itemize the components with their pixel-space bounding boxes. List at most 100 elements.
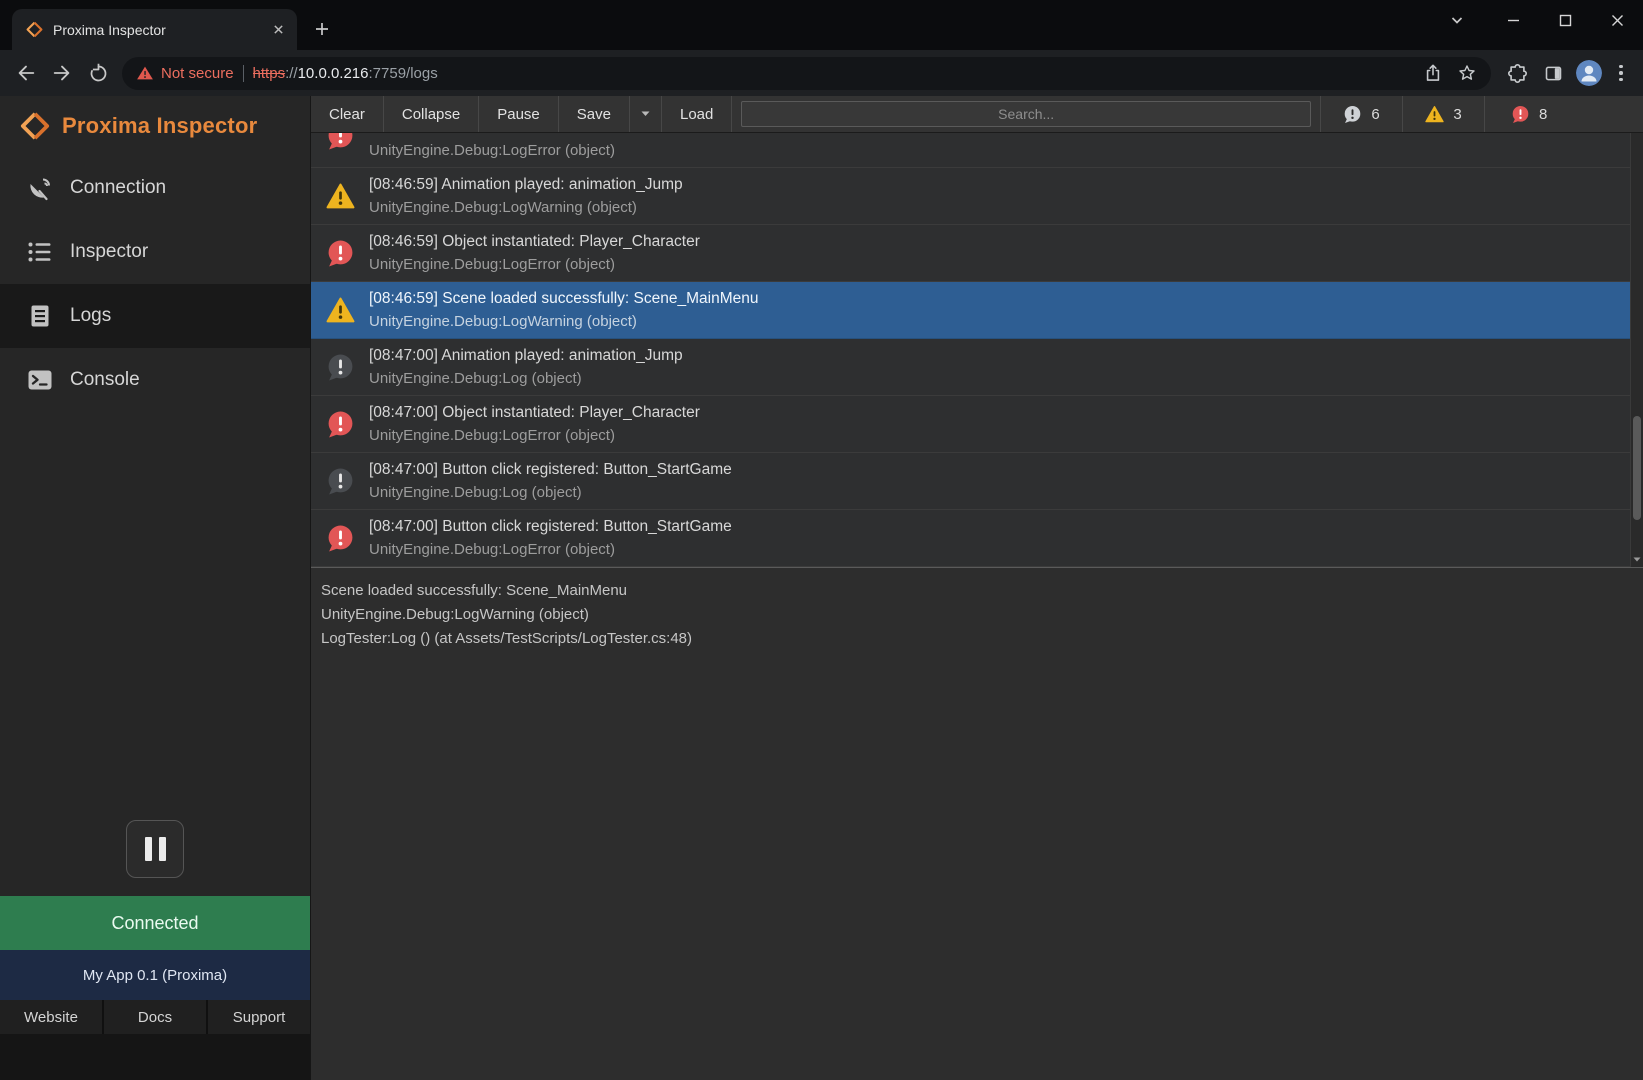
- scrollbar-thumb[interactable]: [1633, 416, 1641, 520]
- terminal-icon: [26, 367, 54, 393]
- clear-button[interactable]: Clear: [311, 96, 384, 132]
- list-icon: [26, 239, 54, 265]
- browser-window: Proxima Inspector: [0, 0, 1643, 1080]
- warning-icon: [326, 296, 355, 325]
- extensions-puzzle-icon[interactable]: [1499, 55, 1535, 91]
- forward-icon[interactable]: [44, 55, 80, 91]
- log-source: UnityEngine.Debug:LogError (object): [369, 253, 700, 276]
- pause-stream-button[interactable]: [126, 820, 184, 878]
- sidebar-item-label: Connection: [70, 177, 166, 199]
- pause-button[interactable]: Pause: [479, 96, 559, 132]
- info-count-badge[interactable]: 6: [1320, 96, 1402, 132]
- save-button[interactable]: Save: [559, 96, 630, 132]
- tab-strip: Proxima Inspector: [0, 0, 1643, 50]
- search-input[interactable]: [741, 101, 1311, 127]
- log-text: [08:47:00] Button click registered: Butt…: [369, 458, 732, 504]
- log-source: UnityEngine.Debug:LogWarning (object): [369, 196, 683, 219]
- log-text: [08:47:00] Object instantiated: Player_C…: [369, 401, 700, 447]
- warning-count: 3: [1453, 106, 1461, 123]
- warning-count-badge[interactable]: 3: [1402, 96, 1484, 132]
- scrollbar-down-arrow-icon[interactable]: [1631, 552, 1643, 566]
- sidebar-item-connection[interactable]: Connection: [0, 156, 310, 220]
- log-row[interactable]: [08:47:00] Button click registered: Butt…: [311, 510, 1630, 567]
- log-row[interactable]: [08:46:59] Animation played: animation_J…: [311, 168, 1630, 225]
- reload-icon[interactable]: [80, 55, 116, 91]
- load-button[interactable]: Load: [662, 96, 732, 132]
- sidebar-item-inspector[interactable]: Inspector: [0, 220, 310, 284]
- sidebar-item-label: Console: [70, 369, 140, 391]
- footer-link-support[interactable]: Support: [208, 1000, 310, 1034]
- footer-link-website[interactable]: Website: [0, 1000, 102, 1034]
- profile-avatar[interactable]: [1571, 55, 1607, 91]
- log-message: [08:47:00] Object instantiated: Player_C…: [369, 401, 700, 424]
- log-scrollbar[interactable]: [1630, 133, 1643, 567]
- connection-status-badge: Connected: [0, 896, 310, 950]
- log-row[interactable]: [08:47:00] Object instantiated: Player_C…: [311, 396, 1630, 453]
- log-text: [08:46:59] Object instantiated: Player_C…: [369, 230, 700, 276]
- window-minimize-button[interactable]: [1487, 0, 1539, 40]
- sidebar-item-console[interactable]: Console: [0, 348, 310, 412]
- url-text[interactable]: https://10.0.0.216:7759/logs: [253, 65, 1414, 82]
- proxima-diamond-icon: [20, 111, 50, 141]
- error-count: 8: [1539, 106, 1547, 123]
- log-message: [08:47:00] Animation played: animation_J…: [369, 344, 683, 367]
- log-row[interactable]: [08:47:00] Animation played: animation_J…: [311, 339, 1630, 396]
- back-icon[interactable]: [8, 55, 44, 91]
- sidebar-item-label: Inspector: [70, 241, 148, 263]
- log-message: [08:47:00] Button click registered: Butt…: [369, 515, 732, 538]
- log-row[interactable]: [08:47:00] Button click registered: Butt…: [311, 453, 1630, 510]
- tab-close-icon[interactable]: [269, 21, 287, 39]
- omnibox-divider: [243, 65, 244, 82]
- tab-search-chevron-icon[interactable]: [1435, 0, 1479, 40]
- log-source: UnityEngine.Debug:Log (object): [369, 481, 732, 504]
- log-row[interactable]: UnityEngine.Debug:LogError (object): [311, 133, 1630, 168]
- browser-menu-icon[interactable]: [1607, 55, 1635, 91]
- browser-tab[interactable]: Proxima Inspector: [12, 9, 297, 50]
- side-panel-icon[interactable]: [1535, 55, 1571, 91]
- window-close-button[interactable]: [1591, 0, 1643, 40]
- log-message: [08:46:59] Animation played: animation_J…: [369, 173, 683, 196]
- address-bar[interactable]: Not secure https://10.0.0.216:7759/logs: [122, 57, 1491, 90]
- log-row[interactable]: [08:46:59] Scene loaded successfully: Sc…: [311, 282, 1630, 339]
- info-count: 6: [1371, 106, 1379, 123]
- not-secure-label: Not secure: [161, 65, 234, 82]
- info-icon: [1343, 105, 1362, 124]
- not-secure-warning-icon: [136, 64, 154, 82]
- window-controls: [1435, 0, 1643, 40]
- sidebar-footer: Website Docs Support: [0, 1000, 310, 1034]
- log-area: UnityEngine.Debug:LogError (object): [311, 133, 1643, 567]
- sidebar-item-logs[interactable]: Logs: [0, 284, 310, 348]
- url-host: 10.0.0.216: [298, 65, 369, 82]
- log-text: [08:46:59] Scene loaded successfully: Sc…: [369, 287, 758, 333]
- url-separator: ://: [285, 65, 298, 82]
- footer-link-docs[interactable]: Docs: [104, 1000, 206, 1034]
- new-tab-button[interactable]: [307, 14, 337, 44]
- satellite-dish-icon: [26, 175, 54, 201]
- detail-source: UnityEngine.Debug:LogWarning (object): [321, 603, 1633, 627]
- detail-message: Scene loaded successfully: Scene_MainMen…: [321, 579, 1633, 603]
- log-row[interactable]: [08:46:59] Object instantiated: Player_C…: [311, 225, 1630, 282]
- share-icon[interactable]: [1423, 63, 1443, 83]
- window-maximize-button[interactable]: [1539, 0, 1591, 40]
- not-secure-badge[interactable]: Not secure: [136, 64, 234, 82]
- url-scheme: https: [253, 65, 286, 82]
- collapse-button[interactable]: Collapse: [384, 96, 479, 132]
- logs-document-icon: [26, 303, 54, 329]
- log-source: UnityEngine.Debug:LogError (object): [369, 139, 615, 162]
- app-info-bar: My App 0.1 (Proxima): [0, 950, 310, 1000]
- favicon-proxima-diamond-icon: [26, 21, 43, 38]
- page-content: Proxima Inspector Connection: [0, 96, 1643, 1080]
- error-count-badge[interactable]: 8: [1484, 96, 1643, 132]
- save-dropdown-caret-icon[interactable]: [630, 96, 662, 132]
- log-text: [08:47:00] Button click registered: Butt…: [369, 515, 732, 561]
- error-icon: [326, 239, 355, 268]
- log-message: [08:47:00] Button click registered: Butt…: [369, 458, 732, 481]
- sidebar-bottom-fill: [0, 1034, 310, 1080]
- logs-panel: Clear Collapse Pause Save Load: [310, 96, 1643, 1080]
- browser-navbar: Not secure https://10.0.0.216:7759/logs: [0, 50, 1643, 96]
- warning-icon: [326, 182, 355, 211]
- pause-icon: [145, 837, 152, 861]
- bookmark-star-icon[interactable]: [1457, 63, 1477, 83]
- sidebar-item-label: Logs: [70, 305, 111, 327]
- sidebar-spacer: [0, 412, 310, 820]
